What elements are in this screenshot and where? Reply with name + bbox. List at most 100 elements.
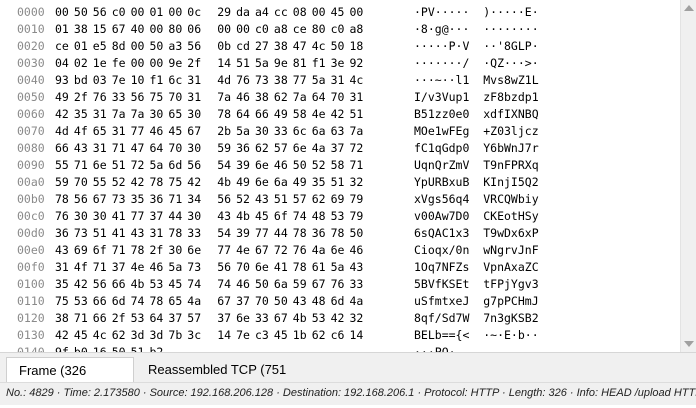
hex-byte[interactable]: 49 (274, 106, 294, 123)
hex-byte[interactable]: 3e (331, 55, 351, 72)
hex-byte[interactable]: 42 (331, 310, 351, 327)
hex-byte[interactable]: 67 (112, 21, 132, 38)
hex-byte[interactable]: 76 (331, 276, 351, 293)
hex-row[interactable]: 0000 00 50 56 c0 00 01 00 0c 29 da a4 cc 08 00 45 00 ·PV·… (0, 4, 680, 21)
hex-byte[interactable]: 4a (350, 293, 370, 310)
hex-byte[interactable]: 6e (331, 242, 351, 259)
tab-frame[interactable]: Frame (326 bytes) (6, 357, 134, 403)
hex-byte[interactable]: 50 (350, 225, 370, 242)
hex-byte[interactable]: 74 (293, 208, 313, 225)
hex-byte[interactable]: 50 (255, 276, 275, 293)
hex-byte[interactable]: 65 (168, 293, 188, 310)
ascii-text[interactable]: ···PQ· (414, 344, 456, 352)
hex-byte[interactable]: 15 (93, 21, 113, 38)
hex-byte[interactable]: bd (74, 72, 94, 89)
ascii-text[interactable]: uSfmtxeJ g7pPCHmJ (414, 293, 539, 310)
hex-byte[interactable]: 33 (274, 123, 294, 140)
hex-byte[interactable]: 40 (131, 21, 151, 38)
hex-byte[interactable]: 71 (112, 140, 132, 157)
hex-byte[interactable]: 04 (55, 55, 75, 72)
hex-byte[interactable]: 74 (131, 293, 151, 310)
hex-byte[interactable]: 45 (255, 208, 275, 225)
hex-byte[interactable]: 31 (112, 123, 132, 140)
hex-byte[interactable]: 56 (187, 38, 207, 55)
hex-byte[interactable]: 80 (312, 21, 332, 38)
hex-byte[interactable]: 7a (293, 89, 313, 106)
hex-byte[interactable]: 62 (274, 89, 294, 106)
hex-byte[interactable]: 31 (93, 140, 113, 157)
hex-byte[interactable]: 4b (131, 276, 151, 293)
hex-byte[interactable]: 6f (93, 242, 113, 259)
hex-byte[interactable]: a8 (350, 21, 370, 38)
hex-byte[interactable]: 57 (187, 310, 207, 327)
hex-byte[interactable]: 35 (55, 276, 75, 293)
hex-byte[interactable]: 46 (150, 123, 170, 140)
hex-byte[interactable]: 62 (312, 327, 332, 344)
hex-byte[interactable]: 46 (236, 89, 256, 106)
hex-byte[interactable]: 80 (168, 21, 188, 38)
hex-byte[interactable]: 33 (255, 310, 275, 327)
ascii-text[interactable]: v00Aw7D0 CKEotHSy (414, 208, 539, 225)
hex-byte[interactable]: 5a (168, 259, 188, 276)
hex-byte[interactable]: 4b (217, 174, 237, 191)
hex-byte[interactable]: 41 (274, 259, 294, 276)
hex-byte[interactable]: 00 (236, 21, 256, 38)
hex-byte[interactable]: 33 (187, 225, 207, 242)
hex-byte[interactable]: 56 (93, 276, 113, 293)
hex-byte[interactable]: 54 (217, 225, 237, 242)
hex-byte[interactable]: 78 (217, 106, 237, 123)
hex-byte[interactable]: 55 (93, 174, 113, 191)
hex-byte[interactable]: 58 (331, 157, 351, 174)
hex-byte[interactable]: 35 (312, 174, 332, 191)
hex-byte[interactable]: 62 (112, 327, 132, 344)
hex-byte[interactable]: 6a (274, 276, 294, 293)
hex-byte[interactable]: 70 (331, 89, 351, 106)
hex-byte[interactable]: 66 (112, 276, 132, 293)
hex-byte[interactable]: 31 (350, 89, 370, 106)
hex-byte[interactable]: 36 (312, 225, 332, 242)
hex-byte[interactable]: 73 (255, 72, 275, 89)
ascii-text[interactable]: B51zz0e0 xdfIXNBQ (414, 106, 539, 123)
hex-byte[interactable]: 43 (55, 242, 75, 259)
hex-row[interactable]: 00a0 59 70 55 52 42 78 75 42 4b 49 6e 6a 49 35 51 32 YpUR… (0, 174, 680, 191)
hex-byte[interactable]: 71 (168, 191, 188, 208)
hex-byte[interactable]: 38 (55, 310, 75, 327)
hex-byte[interactable]: 47 (131, 140, 151, 157)
ascii-text[interactable]: xVgs56q4 VRCQWbiy (414, 191, 539, 208)
hex-byte[interactable]: 9e (274, 55, 294, 72)
hex-byte[interactable]: 51 (350, 106, 370, 123)
hex-byte[interactable]: 73 (187, 259, 207, 276)
hex-byte[interactable]: 02 (74, 55, 94, 72)
hex-byte[interactable]: 43 (217, 208, 237, 225)
hex-byte[interactable]: 4a (312, 140, 332, 157)
hex-byte[interactable]: 4c (350, 72, 370, 89)
hex-byte[interactable]: 1b (293, 327, 313, 344)
hex-byte[interactable]: 37 (150, 208, 170, 225)
hex-byte[interactable]: 1e (93, 55, 113, 72)
scroll-up-icon[interactable] (684, 5, 694, 11)
hex-byte[interactable]: 44 (168, 208, 188, 225)
hex-byte[interactable]: 56 (187, 157, 207, 174)
hex-byte[interactable]: 32 (350, 310, 370, 327)
hex-byte[interactable]: c6 (331, 327, 351, 344)
hex-row[interactable]: 00e0 43 69 6f 71 78 2f 30 6e 77 4e 67 72 76 4a 6e 46 Cioq… (0, 242, 680, 259)
hex-byte[interactable]: 66 (93, 310, 113, 327)
hex-byte[interactable]: 4a (187, 293, 207, 310)
hex-byte[interactable]: 56 (93, 4, 113, 21)
hex-byte[interactable]: 66 (93, 293, 113, 310)
hex-byte[interactable]: 42 (55, 327, 75, 344)
hex-byte[interactable]: 51 (112, 157, 132, 174)
hex-byte[interactable]: 30 (168, 242, 188, 259)
ascii-text[interactable]: 8qf/Sd7W 7n3gKSB2 (414, 310, 539, 327)
hex-byte[interactable]: 5a (236, 123, 256, 140)
hex-byte[interactable]: 6a (274, 174, 294, 191)
hex-byte[interactable]: 63 (331, 123, 351, 140)
hex-byte[interactable]: 2f (150, 242, 170, 259)
hex-byte[interactable]: 72 (350, 140, 370, 157)
ascii-text[interactable]: fC1qGdp0 Y6bWnJ7r (414, 140, 539, 157)
hex-byte[interactable]: 65 (168, 106, 188, 123)
hex-byte[interactable]: 50 (150, 38, 170, 55)
hex-byte[interactable]: 6d (112, 293, 132, 310)
hex-byte[interactable]: 50 (293, 157, 313, 174)
hex-byte[interactable]: 51 (236, 55, 256, 72)
